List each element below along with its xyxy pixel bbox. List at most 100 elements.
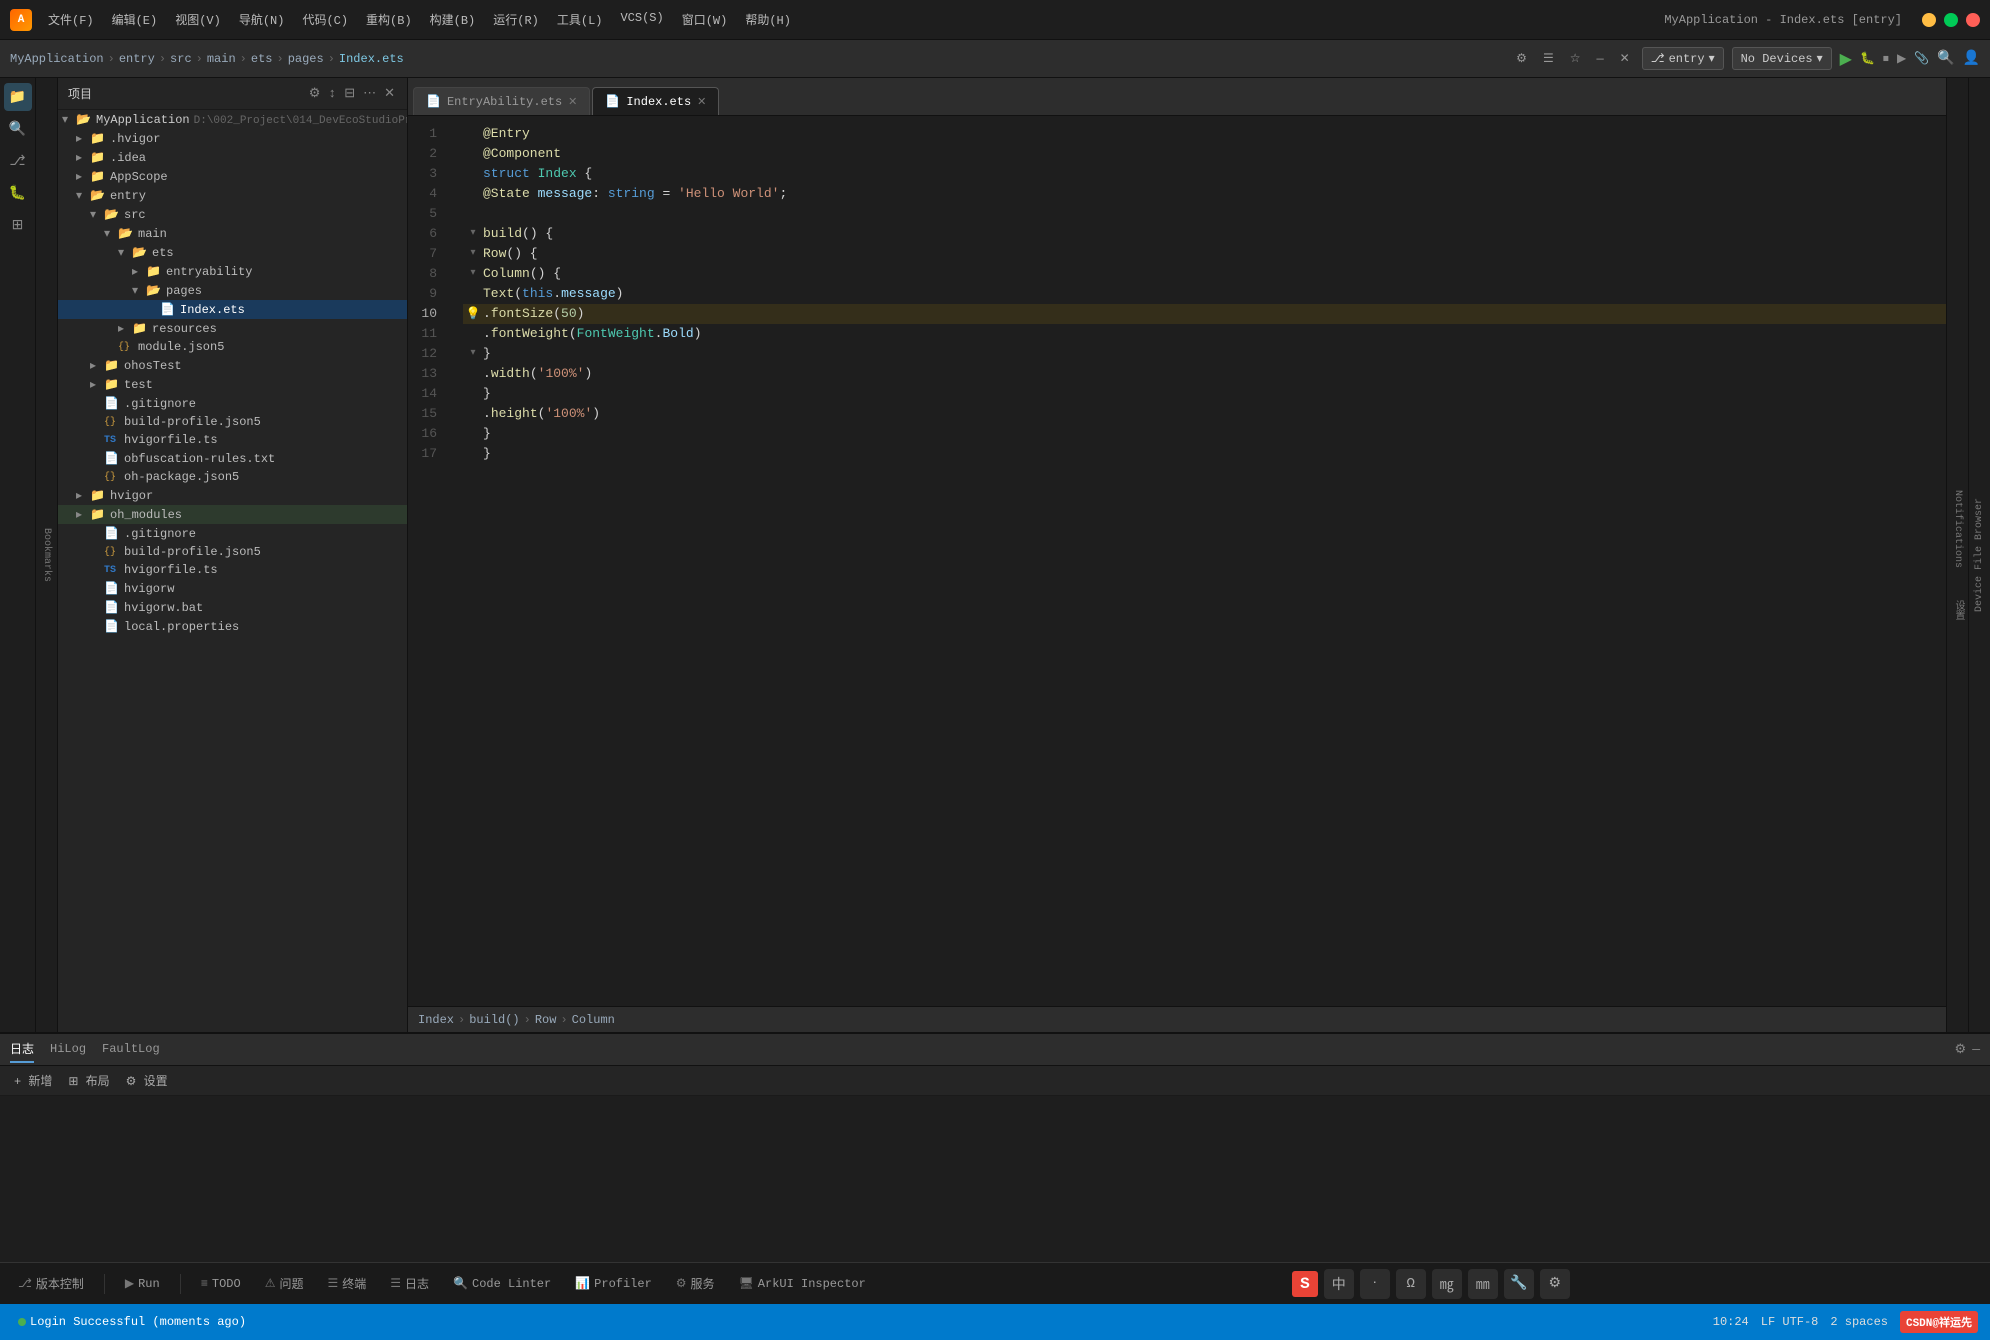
bottom-toolbar-btn-[interactable]: ⚙ 设置	[122, 1070, 172, 1091]
tree-node-AppScope[interactable]: ▸📁AppScope	[58, 167, 407, 186]
tree-settings-icon[interactable]: ⚙	[307, 84, 323, 103]
center-tool-button[interactable]: ⚙	[1540, 1269, 1570, 1299]
tree-more-icon[interactable]: ⋯	[361, 84, 378, 103]
editor-breadcrumb-item-3[interactable]: Column	[572, 1013, 615, 1027]
tree-node--gitignore[interactable]: 📄.gitignore	[58, 394, 407, 413]
tree-sort-icon[interactable]: ↕	[326, 84, 338, 103]
breadcrumb-item-2[interactable]: src	[170, 52, 192, 66]
tree-node--hvigor[interactable]: ▸📁.hvigor	[58, 129, 407, 148]
tree-close-icon[interactable]: ✕	[382, 84, 397, 103]
breadcrumb-item-6[interactable]: Index.ets	[339, 52, 404, 66]
tree-node-oh-package-json5[interactable]: {}oh-package.json5	[58, 468, 407, 486]
tree-node-oh-modules[interactable]: ▸📁oh_modules	[58, 505, 407, 524]
close-panel-icon[interactable]: ✕	[1616, 49, 1634, 68]
fold-icon[interactable]: ▾	[470, 344, 475, 364]
sidebar-icon-debug[interactable]: 🐛	[4, 179, 32, 207]
bottom-tab-HiLog[interactable]: HiLog	[50, 1038, 86, 1062]
editor-breadcrumb-item-0[interactable]: Index	[418, 1013, 454, 1027]
center-tool-button[interactable]: ㎜	[1468, 1269, 1498, 1299]
center-tool-button[interactable]: ㎎	[1432, 1269, 1462, 1299]
tree-node--idea[interactable]: ▸📁.idea	[58, 148, 407, 167]
settings-icon[interactable]: ⚙	[1512, 49, 1531, 68]
sidebar-icon-explorer[interactable]: 📁	[4, 83, 32, 111]
bottom-tab-FaultLog[interactable]: FaultLog	[102, 1038, 160, 1062]
tree-node-hvigor[interactable]: ▸📁hvigor	[58, 486, 407, 505]
tree-node-hvigorw-bat[interactable]: 📄hvigorw.bat	[58, 598, 407, 617]
editor-breadcrumb-item-1[interactable]: build()	[469, 1013, 519, 1027]
stop-button[interactable]: ⏹	[1883, 52, 1889, 66]
sidebar-icon-extensions[interactable]: ⊞	[4, 211, 32, 239]
bottom-toolbar-btn-[interactable]: + 新增	[10, 1070, 56, 1091]
menu-item-编辑[interactable]: 编辑(E)	[104, 8, 166, 31]
menu-item-构建[interactable]: 构建(B)	[422, 8, 484, 31]
center-tool-button[interactable]: 🔧	[1504, 1269, 1534, 1299]
bottom-bar-btn-[interactable]: ☰日志	[382, 1271, 437, 1296]
bottom-bar-btn-[interactable]: ☰终端	[319, 1271, 374, 1296]
tree-node-src[interactable]: ▾📂src	[58, 205, 407, 224]
fold-icon[interactable]: ▾	[470, 264, 475, 284]
attach-button[interactable]: 📎	[1914, 51, 1929, 66]
tab-Index-ets[interactable]: 📄Index.ets✕	[592, 87, 719, 115]
close-button[interactable]	[1966, 13, 1980, 27]
bottom-bar-btn-TODO[interactable]: ≡TODO	[193, 1273, 249, 1295]
center-tool-button[interactable]: Ω	[1396, 1269, 1426, 1299]
maximize-button[interactable]	[1944, 13, 1958, 27]
coverage-button[interactable]: ▶	[1897, 51, 1906, 66]
fold-icon[interactable]: ▾	[470, 244, 475, 264]
minimize-button[interactable]	[1922, 13, 1936, 27]
tree-node-entryability[interactable]: ▸📁entryability	[58, 262, 407, 281]
menu-item-工具[interactable]: 工具(L)	[549, 8, 611, 31]
menu-item-帮助[interactable]: 帮助(H)	[737, 8, 799, 31]
menu-item-VCS[interactable]: VCS(S)	[612, 8, 671, 31]
encoding-status[interactable]: LF UTF-8	[1761, 1311, 1819, 1333]
tree-node-obfuscation-rules-txt[interactable]: 📄obfuscation-rules.txt	[58, 449, 407, 468]
menu-item-重构[interactable]: 重构(B)	[358, 8, 420, 31]
menu-item-文件[interactable]: 文件(F)	[40, 8, 102, 31]
tree-node-hvigorfile-ts[interactable]: TShvigorfile.ts	[58, 431, 407, 449]
tab-close-button[interactable]: ✕	[568, 95, 577, 109]
tree-node-hvigorfile-ts[interactable]: TShvigorfile.ts	[58, 561, 407, 579]
bottom-bar-btn-ArkUIInspector[interactable]: 🖥ArkUI Inspector	[731, 1272, 874, 1295]
menu-item-视图[interactable]: 视图(V)	[167, 8, 229, 31]
code-lines[interactable]: @Entry@Componentstruct Index { @State me…	[453, 116, 1946, 1006]
bottom-bar-btn-Profiler[interactable]: 📊Profiler	[567, 1272, 660, 1295]
device-file-browser-label[interactable]: Device File Browser	[1974, 498, 1985, 612]
fold-icon[interactable]: ▾	[470, 224, 475, 244]
tree-node--gitignore[interactable]: 📄.gitignore	[58, 524, 407, 543]
tree-node-resources[interactable]: ▸📁resources	[58, 319, 407, 338]
menu-item-导航[interactable]: 导航(N)	[231, 8, 293, 31]
structure-icon[interactable]: ☰	[1539, 49, 1558, 68]
bottom-bar-btn-CodeLinter[interactable]: 🔍Code Linter	[445, 1272, 559, 1295]
bottom-toolbar-btn-[interactable]: ⊞ 布局	[64, 1070, 113, 1091]
search-button[interactable]: 🔍	[1937, 50, 1954, 67]
menu-item-运行[interactable]: 运行(R)	[485, 8, 547, 31]
tree-node-pages[interactable]: ▾📂pages	[58, 281, 407, 300]
lightbulb-icon[interactable]: 💡	[466, 304, 481, 324]
menu-item-窗口[interactable]: 窗口(W)	[674, 8, 736, 31]
menu-item-代码[interactable]: 代码(C)	[294, 8, 356, 31]
tree-node-ohosTest[interactable]: ▸📁ohosTest	[58, 356, 407, 375]
breadcrumb-item-0[interactable]: MyApplication	[10, 52, 104, 66]
settings-label[interactable]: 设置	[1948, 594, 1967, 626]
sidebar-icon-search[interactable]: 🔍	[4, 115, 32, 143]
breadcrumb-item-5[interactable]: pages	[288, 52, 324, 66]
bookmarks-label[interactable]: Bookmarks	[41, 528, 52, 582]
breadcrumb-item-4[interactable]: ets	[251, 52, 273, 66]
breadcrumb-item-1[interactable]: entry	[119, 52, 155, 66]
tree-node-MyApplication[interactable]: ▾📂MyApplicationD:\002_Project\014_DevEco…	[58, 110, 407, 129]
notifications-label[interactable]: Notifications	[1950, 484, 1965, 574]
bottom-close-icon[interactable]: —	[1972, 1042, 1980, 1057]
bottom-settings-icon[interactable]: ⚙	[1955, 1042, 1967, 1057]
tree-node-module-json5[interactable]: {}module.json5	[58, 338, 407, 356]
tree-node-test[interactable]: ▸📁test	[58, 375, 407, 394]
login-status[interactable]: Login Successful (moments ago)	[12, 1312, 252, 1332]
breadcrumb-item-3[interactable]: main	[207, 52, 236, 66]
user-button[interactable]: 👤	[1963, 50, 1980, 67]
tree-node-entry[interactable]: ▾📂entry	[58, 186, 407, 205]
branch-selector[interactable]: ⎇ entry ▾	[1642, 47, 1724, 70]
bottom-tab-日志[interactable]: 日志	[10, 1036, 34, 1063]
bottom-bar-btn-[interactable]: ⚠问题	[257, 1271, 312, 1296]
line-col-status[interactable]: 10:24	[1713, 1311, 1749, 1333]
device-selector[interactable]: No Devices ▾	[1732, 47, 1832, 70]
indent-status[interactable]: 2 spaces	[1830, 1311, 1888, 1333]
